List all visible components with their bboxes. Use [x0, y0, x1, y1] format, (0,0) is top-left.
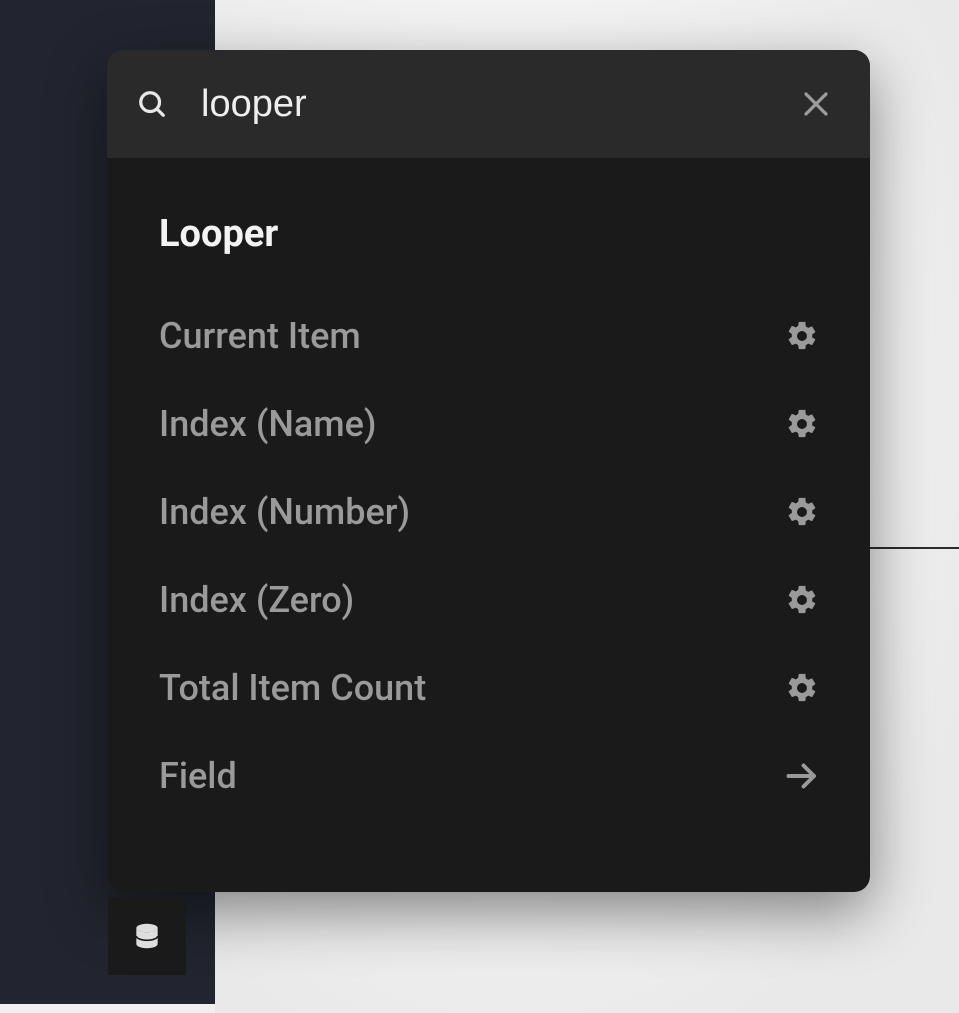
- gear-icon: [784, 318, 820, 354]
- result-item-label: Total Item Count: [159, 667, 426, 709]
- database-button[interactable]: [108, 897, 186, 975]
- gear-icon: [784, 406, 820, 442]
- arrow-right-icon: [784, 758, 820, 794]
- result-item-index-zero[interactable]: Index (Zero): [159, 556, 820, 644]
- result-item-label: Field: [159, 755, 237, 797]
- close-icon[interactable]: [796, 84, 836, 124]
- result-item-label: Current Item: [159, 315, 361, 357]
- result-item-total-item-count[interactable]: Total Item Count: [159, 644, 820, 732]
- gear-icon: [784, 670, 820, 706]
- gear-icon: [784, 582, 820, 618]
- results-list: Looper Current Item Index (Name) Index (…: [107, 158, 870, 892]
- result-item-field[interactable]: Field: [159, 732, 820, 820]
- database-icon: [131, 920, 163, 952]
- result-item-index-name[interactable]: Index (Name): [159, 380, 820, 468]
- gear-icon: [784, 494, 820, 530]
- search-input[interactable]: [201, 83, 796, 126]
- search-row: [107, 50, 870, 158]
- result-item-index-number[interactable]: Index (Number): [159, 468, 820, 556]
- search-icon: [137, 89, 167, 119]
- section-title: Looper: [159, 212, 820, 256]
- result-item-label: Index (Number): [159, 491, 410, 533]
- result-item-label: Index (Name): [159, 403, 377, 445]
- result-item-label: Index (Zero): [159, 579, 354, 621]
- search-panel: Looper Current Item Index (Name) Index (…: [107, 50, 870, 892]
- result-item-current-item[interactable]: Current Item: [159, 292, 820, 380]
